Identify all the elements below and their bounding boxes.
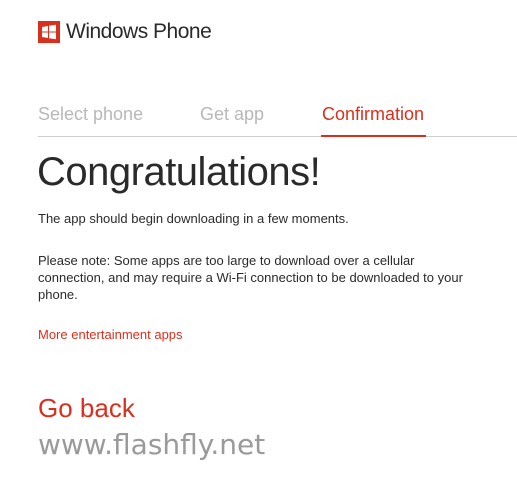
go-back-link[interactable]: Go back xyxy=(38,393,135,424)
watermark-text: www.flashfly.net xyxy=(38,428,266,461)
download-message: The app should begin downloading in a fe… xyxy=(38,211,349,226)
windows-flag-icon xyxy=(38,21,60,43)
active-step-indicator xyxy=(321,135,426,137)
progress-steps: Select phone Get app Confirmation xyxy=(38,104,517,137)
page: Windows Phone Select phone Get app Confi… xyxy=(0,0,517,480)
step-select-phone[interactable]: Select phone xyxy=(38,104,143,125)
more-entertainment-apps-link[interactable]: More entertainment apps xyxy=(38,327,183,342)
brand-name: Windows Phone xyxy=(66,20,212,43)
step-get-app[interactable]: Get app xyxy=(200,104,264,125)
size-note: Please note: Some apps are too large to … xyxy=(38,253,463,302)
step-confirmation[interactable]: Confirmation xyxy=(322,104,424,125)
page-title: Congratulations! xyxy=(37,150,321,194)
windows-phone-logo[interactable]: Windows Phone xyxy=(38,20,212,44)
